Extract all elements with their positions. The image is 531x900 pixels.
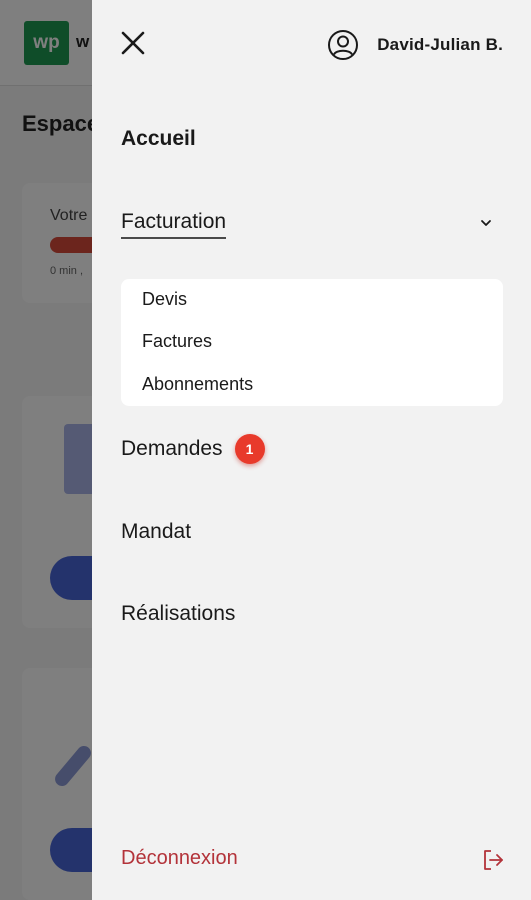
navigation-drawer: David-Julian B. Accueil Facturation Devi… xyxy=(92,0,531,900)
user-name: David-Julian B. xyxy=(377,35,503,54)
submenu-item-factures[interactable]: Factures xyxy=(142,331,212,352)
close-button[interactable] xyxy=(118,28,148,58)
facturation-submenu: Devis Factures Abonnements xyxy=(121,279,503,406)
nav-item-realisations[interactable]: Réalisations xyxy=(121,602,235,626)
nav-item-facturation[interactable]: Facturation xyxy=(121,210,227,239)
user-circle-icon xyxy=(327,29,359,61)
nav-item-facturation-label: Facturation xyxy=(121,210,227,239)
nav-item-demandes-label: Demandes xyxy=(121,437,223,460)
facturation-toggle[interactable] xyxy=(477,214,495,232)
notification-badge: 1 xyxy=(234,434,265,464)
user-profile-button[interactable]: David-Julian B. xyxy=(327,28,503,62)
nav-item-demandes[interactable]: Demandes 1 xyxy=(121,434,265,464)
nav-item-mandat[interactable]: Mandat xyxy=(121,520,191,544)
submenu-item-abonnements[interactable]: Abonnements xyxy=(142,374,253,395)
logout-icon-button[interactable] xyxy=(481,848,505,872)
close-icon xyxy=(121,31,145,55)
logout-button[interactable]: Déconnexion xyxy=(121,847,238,870)
chevron-down-icon xyxy=(481,220,491,226)
submenu-item-devis[interactable]: Devis xyxy=(142,289,187,310)
logout-icon xyxy=(484,850,503,870)
nav-item-accueil[interactable]: Accueil xyxy=(121,127,196,151)
